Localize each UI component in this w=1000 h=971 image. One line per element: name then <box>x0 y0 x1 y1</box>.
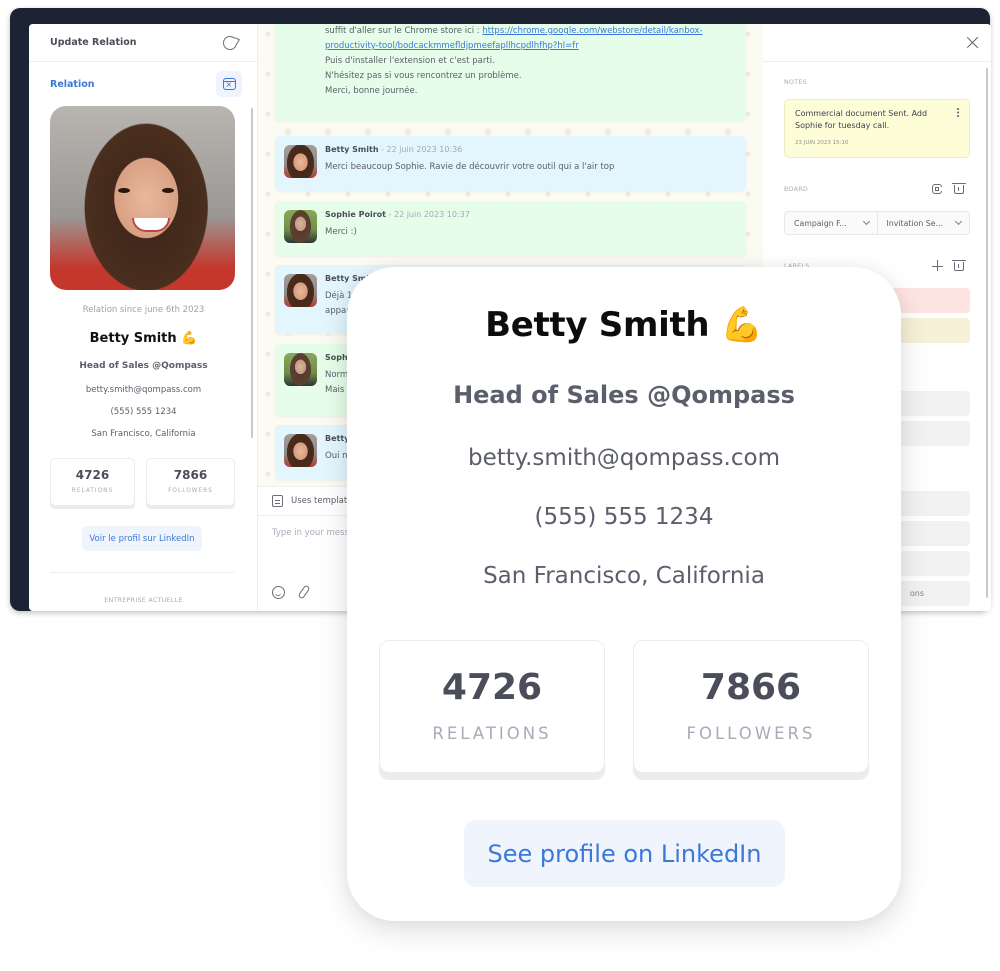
card-name: Betty Smith 💪 <box>347 305 901 345</box>
panel-header: Update Relation <box>29 24 257 62</box>
divider <box>50 572 235 573</box>
template-label: Uses template <box>291 496 353 506</box>
scrollbar[interactable] <box>986 68 988 598</box>
note-date: 23 JUIN 2023 15:10 <box>795 140 849 146</box>
campaign-select-value: Campaign F... <box>794 218 847 228</box>
chrome-store-link[interactable]: https://chrome.google.com/webstore/detai… <box>482 26 702 36</box>
card-relations-label: RELATIONS <box>432 724 552 743</box>
card-location: San Francisco, California <box>483 563 765 589</box>
emoji-icon[interactable] <box>272 586 285 599</box>
message-line: Merci :) <box>325 227 357 237</box>
relation-section-header: Relation <box>29 62 257 106</box>
card-relations-stat: 4726 RELATIONS <box>379 640 605 773</box>
card-phone: (555) 555 1234 <box>534 504 714 530</box>
message-line: Merci, bonne journée. <box>325 86 418 96</box>
photo-detail <box>118 188 130 193</box>
trash-icon[interactable] <box>952 260 966 271</box>
more-options-icon[interactable] <box>957 108 959 110</box>
flexed-biceps-icon: 💪 <box>181 331 198 346</box>
relations-stat: 4726 RELATIONS <box>50 458 135 506</box>
close-icon[interactable] <box>967 36 979 48</box>
close-window-button[interactable] <box>216 71 242 97</box>
board-icon[interactable] <box>932 184 942 194</box>
relation-since: Relation since june 6th 2023 <box>82 305 205 315</box>
window-close-icon <box>222 78 236 90</box>
relation-panel: Update Relation Relation Relation since … <box>29 24 258 611</box>
flexed-biceps-icon: 💪 <box>720 305 763 345</box>
message: Jean m'a dit que vous étiez partante pou… <box>275 24 746 121</box>
relations-count: 4726 <box>75 468 110 482</box>
linkedin-profile-button[interactable]: Voir le profil sur LinkedIn <box>82 526 202 551</box>
message-line: Merci beaucoup Sophie. Ravie de découvri… <box>325 162 615 172</box>
profile-card-zoomed: Betty Smith 💪 Head of Sales @Qompass bet… <box>347 267 901 921</box>
avatar <box>284 210 317 243</box>
add-label-icon[interactable] <box>932 260 943 271</box>
card-name-text: Betty Smith <box>485 305 710 345</box>
card-followers-stat: 7866 FOLLOWERS <box>633 640 869 773</box>
chevron-down-icon <box>954 217 963 226</box>
photo-detail <box>132 218 170 232</box>
trash-icon[interactable] <box>952 183 966 194</box>
card-role: Head of Sales @Qompass <box>453 381 795 409</box>
card-followers-label: FOLLOWERS <box>686 724 816 743</box>
attachment-icon[interactable] <box>297 584 311 600</box>
board-select: Campaign F... Invitation Se... <box>784 211 970 235</box>
followers-label: FOLLOWERS <box>168 488 213 494</box>
avatar <box>284 434 317 467</box>
message-line: N'hésitez pas si vous rencontrez un prob… <box>325 71 522 81</box>
refresh-icon[interactable] <box>223 35 237 50</box>
message-text: Merci beaucoup Sophie. Ravie de découvri… <box>325 160 614 175</box>
profile-location: San Francisco, California <box>91 429 196 439</box>
message: Betty Smith - 22 juin 2023 10:36 Merci b… <box>275 136 746 191</box>
board-label: BOARD <box>784 186 809 193</box>
relations-label: RELATIONS <box>71 488 114 494</box>
field-row-text: ons <box>909 589 924 598</box>
avatar <box>284 274 317 307</box>
chrome-store-link-cont[interactable]: productivity-tool/bodcackmmefldjpmeefapl… <box>325 41 579 51</box>
relation-tab[interactable]: Relation <box>50 79 95 90</box>
message-time: - 22 juin 2023 10:36 <box>378 145 463 154</box>
message-line: productivity-tool/bodcackmmefldjpmeefapl… <box>325 39 705 54</box>
current-company-label: ENTREPRISE ACTUELLE <box>104 597 183 604</box>
message-author: Betty Smith <box>325 145 379 154</box>
card-followers-count: 7866 <box>700 667 802 708</box>
profile-photo <box>50 106 235 290</box>
profile-phone: (555) 555 1234 <box>110 407 177 417</box>
photo-detail <box>162 188 174 193</box>
message-author: Sophie Poirot <box>325 210 386 219</box>
message-text: Merci :) <box>325 225 357 240</box>
avatar <box>284 145 317 178</box>
profile-name-text: Betty Smith <box>89 331 177 346</box>
message-time: - 22 juin 2023 10:37 <box>386 210 470 219</box>
campaign-select[interactable]: Campaign F... <box>785 212 877 234</box>
message-meta: Sophie Poirot - 22 juin 2023 10:37 <box>325 210 470 219</box>
profile-name: Betty Smith 💪 <box>29 331 258 346</box>
see-linkedin-profile-button[interactable]: See profile on LinkedIn <box>464 820 785 887</box>
stage-select-value: Invitation Se... <box>886 218 943 228</box>
avatar <box>284 353 317 386</box>
panel-title: Update Relation <box>50 37 137 48</box>
card-relations-count: 4726 <box>441 667 543 708</box>
stage-select[interactable]: Invitation Se... <box>876 212 970 234</box>
message-meta: Betty Smith - 22 juin 2023 10:36 <box>325 145 462 154</box>
message-line: suffit d'aller sur le Chrome store ici :… <box>325 24 705 39</box>
followers-count: 7866 <box>173 468 208 482</box>
template-icon <box>272 495 283 507</box>
profile-email: betty.smith@qompass.com <box>85 385 202 395</box>
message: Sophie Poirot - 22 juin 2023 10:37 Merci… <box>275 201 746 256</box>
followers-stat: 7866 FOLLOWERS <box>146 458 235 506</box>
message-text: Jean m'a dit que vous étiez partante pou… <box>325 24 705 99</box>
profile-role: Head of Sales @Qompass <box>79 361 208 371</box>
note-card[interactable]: Commercial document Sent. Add Sophie for… <box>784 99 970 158</box>
message-line-text: suffit d'aller sur le Chrome store ici : <box>325 26 483 36</box>
card-email: betty.smith@qompass.com <box>468 445 780 471</box>
message-line: Puis d'installer l'extension et c'est pa… <box>325 56 495 66</box>
details-header <box>763 24 991 62</box>
notes-label: NOTES <box>784 79 807 86</box>
chevron-down-icon <box>862 217 870 226</box>
note-text: Commercial document Sent. Add Sophie for… <box>795 109 928 130</box>
